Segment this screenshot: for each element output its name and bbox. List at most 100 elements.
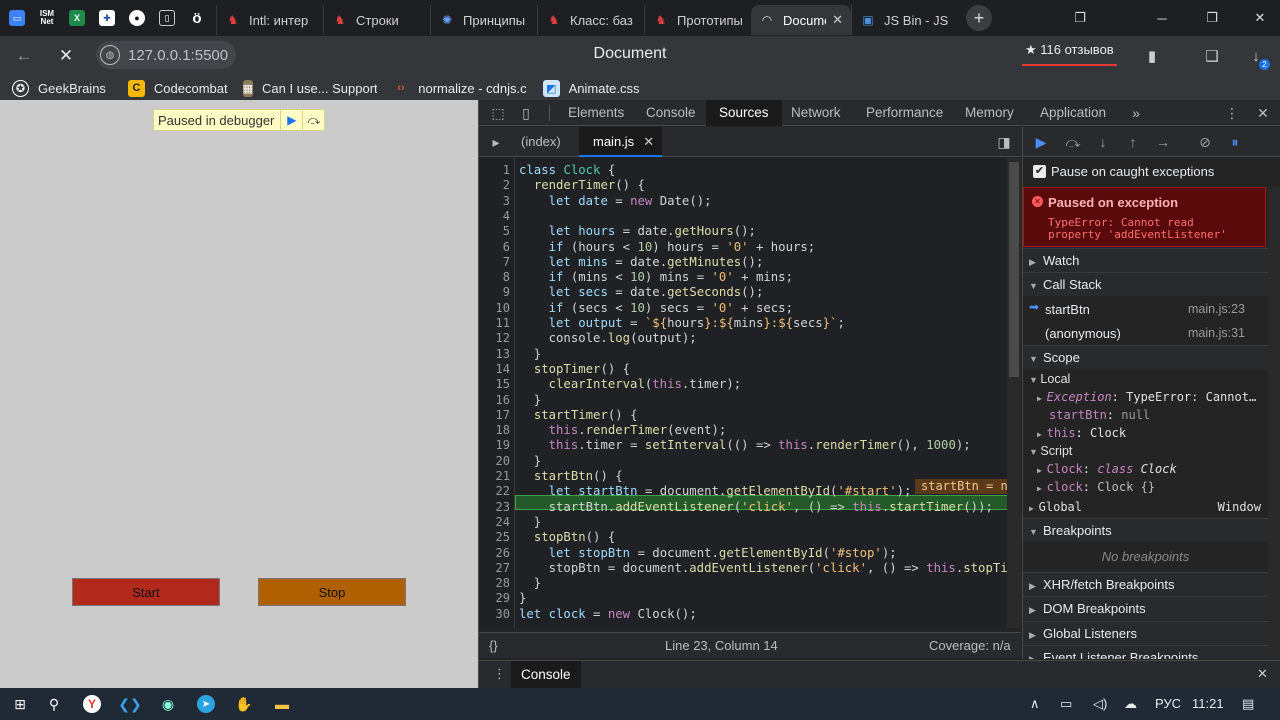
tab-strings[interactable]: ♞ Строки (323, 5, 430, 35)
scope-section[interactable]: ▼ Scope (1023, 345, 1268, 369)
stop-button[interactable]: Stop (258, 578, 406, 606)
line-number[interactable]: 18 (480, 423, 510, 438)
pinned-tab-finland[interactable]: ✚ (94, 5, 120, 31)
line-number[interactable]: 15 (480, 377, 510, 392)
step-over-icon[interactable]: ⤼ (302, 110, 324, 130)
toggle-debugger-icon[interactable]: ◨ (995, 133, 1013, 151)
line-number[interactable]: 6 (480, 240, 510, 255)
collections-icon[interactable]: ❑ (1200, 44, 1224, 68)
file-tab-main-js[interactable]: main.js ✕ (579, 127, 663, 157)
call-frame-anonymous[interactable]: (anonymous) main.js:31 (1023, 321, 1280, 345)
stop-loading-icon[interactable]: ✕ (54, 44, 78, 68)
pause-on-caught-row[interactable]: ✔ Pause on caught exceptions (1023, 157, 1280, 187)
scope-exception[interactable]: ▶ Exception: TypeError: Cannot… (1037, 388, 1256, 406)
call-stack-section[interactable]: ▼ Call Stack (1023, 272, 1268, 296)
terminal-app-icon[interactable]: ◉ (154, 692, 182, 716)
yandex-browser-icon[interactable]: Y (78, 692, 106, 716)
event-listener-breakpoints-section[interactable]: ▶ Event Listener Breakpoints (1023, 645, 1268, 659)
file-tab-index[interactable]: (index) (521, 127, 561, 157)
editor-scrollbar[interactable] (1007, 158, 1021, 628)
scope-local[interactable]: ▼ Local (1029, 370, 1070, 388)
tab-principles[interactable]: ✺ Принципы (430, 5, 537, 35)
close-tab-icon[interactable]: ✕ (832, 12, 843, 28)
keyboard-language[interactable]: РУС (1155, 696, 1181, 711)
line-number[interactable]: 26 (480, 546, 510, 561)
xhr-breakpoints-section[interactable]: ▶ XHR/fetch Breakpoints (1023, 572, 1268, 596)
tab-application[interactable]: Application (1040, 100, 1106, 126)
line-number[interactable]: 24 (480, 515, 510, 530)
close-window-icon[interactable]: ✕ (1240, 0, 1280, 36)
bookmark-normalize[interactable]: ‹› normalize - cdnjs.c (393, 80, 526, 97)
dom-breakpoints-section[interactable]: ▶ DOM Breakpoints (1023, 596, 1268, 620)
tab-sources[interactable]: Sources (706, 100, 782, 126)
download-icon[interactable]: ↓ 2 (1244, 44, 1270, 70)
windows-start-icon[interactable]: ⊞ (6, 692, 34, 716)
line-number[interactable]: 11 (480, 316, 510, 331)
clock-time[interactable]: 11:21 (1192, 696, 1224, 711)
pinned-tab-chat[interactable]: ▭ (4, 5, 30, 31)
scope-clock-class[interactable]: ▶ Clock: class Clock (1037, 460, 1177, 478)
line-number[interactable]: 8 (480, 270, 510, 285)
sidebar-scrollbar[interactable] (1268, 187, 1280, 659)
tab-network[interactable]: Network (791, 100, 841, 126)
pinned-tab-ismnet[interactable]: ISM Net (34, 5, 60, 31)
tab-intl[interactable]: ♞ Intl: интер (216, 5, 323, 35)
code-editor[interactable]: 1 2 3 4 5 6 7 8 9 10 11 12 13 14 15 16 17 18 19 20 21 22 23 24 2… (479, 158, 1021, 628)
line-number[interactable]: 10 (480, 301, 510, 316)
line-number[interactable]: 13 (480, 347, 510, 362)
line-number[interactable]: 21 (480, 469, 510, 484)
reviews-badge[interactable]: ★ 116 отзывов (1022, 42, 1117, 66)
tab-console[interactable]: Console (646, 100, 696, 126)
step-out-icon[interactable]: ↑ (1123, 133, 1143, 151)
bookmark-animate[interactable]: ◩ Animate.css (542, 79, 639, 97)
global-listeners-section[interactable]: ▶ Global Listeners (1023, 621, 1268, 645)
scope-this[interactable]: ▶ this: Clock (1037, 424, 1126, 442)
pinned-tab-github[interactable]: ● (124, 5, 150, 31)
scope-script[interactable]: ▼ Script (1029, 442, 1072, 460)
step-icon[interactable]: → (1153, 133, 1173, 151)
tray-chevron-icon[interactable]: ∧ (1030, 696, 1040, 712)
line-number[interactable]: 12 (480, 331, 510, 346)
line-number[interactable]: 27 (480, 561, 510, 576)
app-hand-icon[interactable]: ✋ (230, 692, 258, 716)
battery-icon[interactable]: ▭ (1060, 696, 1072, 712)
line-number[interactable]: 20 (480, 454, 510, 469)
deactivate-breakpoints-icon[interactable]: ⊘ (1195, 133, 1215, 151)
scope-clock[interactable]: ▶ clock: Clock {} (1037, 478, 1155, 496)
more-tabs-icon[interactable]: » (1127, 104, 1145, 122)
bookmark-codecombat[interactable]: C Codecombat (127, 79, 228, 97)
tab-class[interactable]: ♞ Класс: баз (537, 5, 644, 35)
tab-elements[interactable]: Elements (568, 100, 624, 126)
pretty-print-icon[interactable]: {} (489, 638, 498, 653)
bookmark-geekbrains[interactable]: ✪ GeekBrains (12, 79, 106, 97)
close-drawer-icon[interactable]: ✕ (1257, 666, 1268, 682)
breakpoints-section[interactable]: ▼ Breakpoints (1023, 518, 1268, 542)
close-devtools-icon[interactable]: ✕ (1254, 104, 1272, 122)
line-number[interactable]: 2 (480, 178, 510, 193)
resume-icon[interactable]: ▶ (280, 110, 302, 130)
line-number[interactable]: 17 (480, 408, 510, 423)
pinned-tab-excel[interactable]: X (64, 5, 90, 31)
restore-icon[interactable]: ❐ (1192, 0, 1232, 36)
line-number[interactable]: 7 (480, 255, 510, 270)
line-number[interactable]: 16 (480, 393, 510, 408)
tab-document[interactable]: ◠Document✕ (751, 5, 851, 35)
inspect-element-icon[interactable]: ⬚ (489, 104, 507, 122)
editor-scroll-thumb[interactable] (1009, 162, 1019, 377)
checkbox-checked-icon[interactable]: ✔ (1033, 165, 1046, 178)
line-number[interactable]: 22 (480, 484, 510, 499)
telegram-icon[interactable]: ➤ (192, 692, 220, 716)
drawer-menu-icon[interactable]: ⋮ (493, 666, 506, 682)
volume-icon[interactable]: ◁) (1093, 696, 1107, 712)
line-number[interactable]: 4 (480, 209, 510, 224)
kebab-menu-icon[interactable]: ⋮ (1223, 104, 1241, 122)
back-arrow-icon[interactable]: ← (12, 44, 36, 68)
tab-memory[interactable]: Memory (965, 100, 1014, 126)
search-icon[interactable]: ⚲ (40, 692, 68, 716)
drawer-tab-console[interactable]: Console (511, 661, 581, 689)
bookmark-icon[interactable]: ▮ (1140, 44, 1164, 68)
line-number[interactable]: 5 (480, 224, 510, 239)
line-number[interactable]: 1 (480, 163, 510, 178)
call-frame-startbtn[interactable]: ➡ startBtn main.js:23 (1023, 297, 1280, 321)
line-number[interactable]: 30 (480, 607, 510, 622)
